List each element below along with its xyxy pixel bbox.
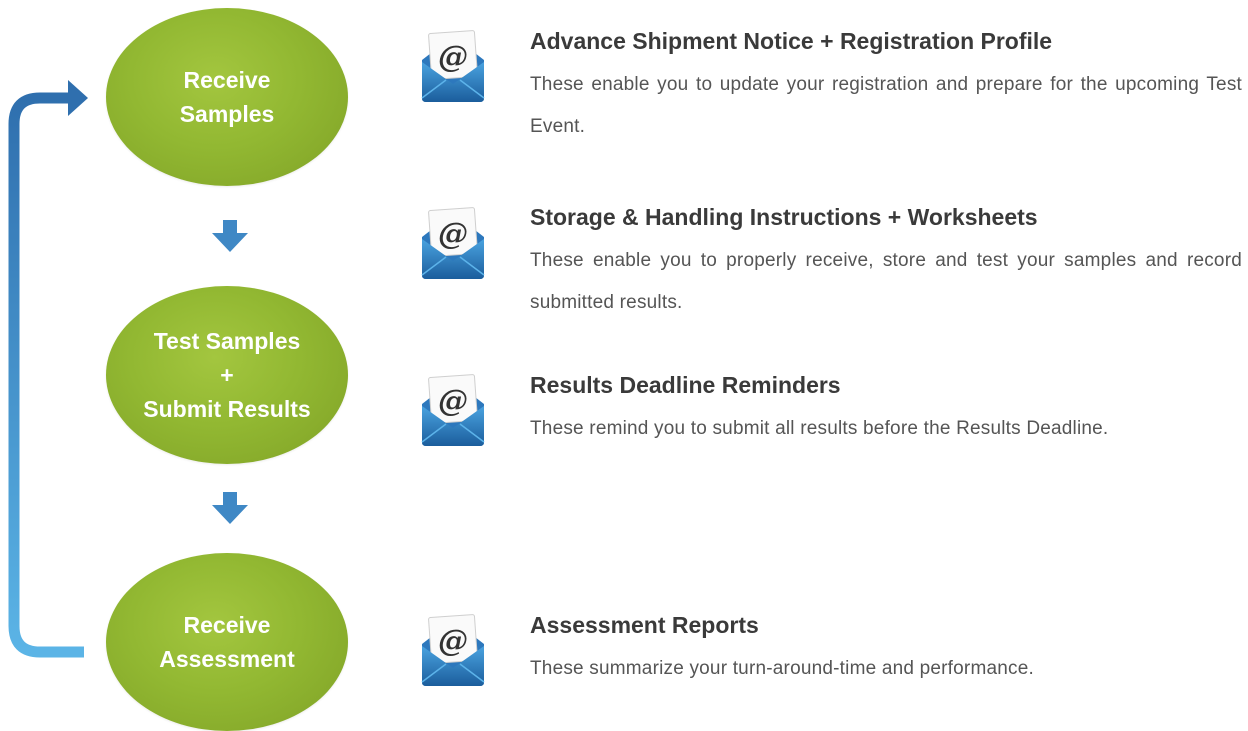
email-icon: @: [421, 207, 485, 279]
svg-text:@: @: [438, 624, 468, 659]
notification-description: These enable you to update your registra…: [530, 74, 1242, 137]
stage-label-line: Receive: [183, 67, 271, 93]
svg-text:@: @: [438, 384, 468, 419]
stage-receive-assessment: Receive Assessment: [106, 553, 348, 731]
stage-label-line: Assessment: [159, 646, 295, 672]
stage-label-line: Receive: [183, 612, 271, 638]
stage-label-line: Test Samples: [153, 328, 301, 354]
stage-label-line: +: [220, 362, 234, 388]
workflow-diagram: Receive Samples Test Samples + Submit Re…: [0, 0, 1248, 731]
notification-description: These enable you to properly receive, st…: [530, 250, 1242, 313]
email-icon: @: [421, 30, 485, 102]
stage-label-line: Samples: [179, 101, 275, 127]
notification-title: Results Deadline Reminders: [530, 372, 841, 398]
notification-item: Storage & Handling Instructions + Worksh…: [530, 202, 1242, 324]
down-arrow-icon: [212, 220, 248, 252]
notification-description: These remind you to submit all results b…: [530, 418, 1109, 439]
stage-test-submit: Test Samples + Submit Results: [106, 286, 348, 464]
stage-receive-samples: Receive Samples: [106, 8, 348, 186]
stage-label-line: Submit Results: [143, 396, 311, 422]
notification-item: Results Deadline Reminders These remind …: [530, 370, 1242, 450]
svg-text:@: @: [438, 40, 468, 75]
notification-title: Advance Shipment Notice + Registration P…: [530, 28, 1053, 54]
down-arrow-icon: [212, 492, 248, 524]
email-icon: @: [421, 374, 485, 446]
notification-title: Storage & Handling Instructions + Worksh…: [530, 204, 1038, 230]
email-icon: @: [421, 614, 485, 686]
notification-item: Assessment Reports These summarize your …: [530, 610, 1242, 690]
notification-item: Advance Shipment Notice + Registration P…: [530, 26, 1242, 148]
notification-title: Assessment Reports: [530, 612, 759, 638]
svg-text:@: @: [438, 217, 468, 252]
notification-description: These summarize your turn-around-time an…: [530, 658, 1034, 679]
